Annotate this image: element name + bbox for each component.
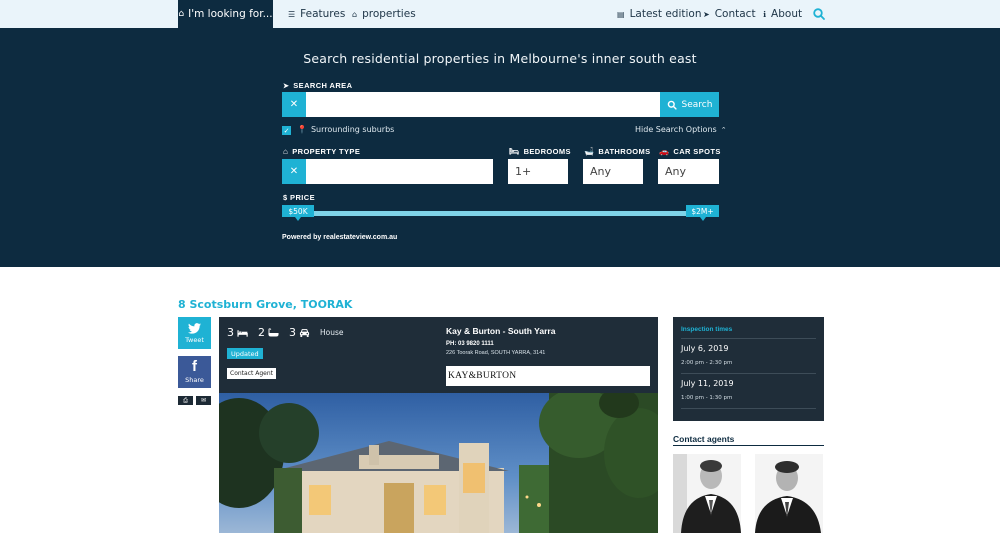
property-type-input[interactable] — [306, 159, 493, 184]
nav-features[interactable]: ☰ Features — [288, 0, 345, 28]
bath-icon — [268, 327, 279, 336]
facebook-icon: f — [192, 358, 197, 375]
status-badge: Updated — [227, 348, 263, 359]
price-min-handle[interactable]: $50K — [282, 205, 314, 221]
document-icon: ▤ — [617, 9, 625, 19]
envelope-icon: ✉ — [200, 397, 207, 404]
email-button[interactable]: ✉ — [196, 396, 211, 405]
car-spots-select[interactable]: Any — [658, 159, 719, 184]
top-navigation: ⌂ I'm looking for... ☰ Features ⌂ proper… — [0, 0, 1000, 28]
search-button[interactable]: Search — [660, 92, 719, 117]
nav-properties[interactable]: ⌂ properties — [352, 0, 416, 28]
car-spots-label: 🚗 CAR SPOTS — [659, 147, 721, 156]
agent-photo[interactable] — [673, 454, 741, 533]
bath-icon: 🛁 — [584, 147, 595, 156]
printer-icon: ⎙ — [183, 396, 188, 404]
close-icon: ✕ — [289, 166, 299, 177]
agency-phone[interactable]: PH: 03 9820 1111 — [446, 341, 494, 347]
chevron-up-icon: ⌃ — [720, 125, 727, 134]
facebook-share-button[interactable]: f Share — [178, 356, 211, 388]
powered-by: Powered by realestateview.com.au — [282, 234, 398, 241]
agency-logo[interactable]: KAY&BURTON — [446, 366, 650, 386]
inspection-time: 1:00 pm - 1:30 pm — [681, 395, 733, 401]
car-spot-count: 3 — [289, 326, 310, 339]
contact-agent-button[interactable]: Contact Agent — [227, 368, 277, 379]
search-area-input[interactable] — [306, 92, 660, 117]
location-arrow-icon: ➤ — [283, 82, 290, 90]
agent-photo[interactable] — [755, 454, 823, 533]
inspection-date[interactable]: July 11, 2019 — [681, 379, 734, 388]
price-slider-track[interactable] — [296, 211, 706, 216]
inspection-times-panel: Inspection times July 6, 2019 2:00 pm - … — [673, 317, 824, 421]
home-icon: ⌂ — [283, 147, 289, 156]
property-type: House — [320, 328, 344, 337]
clear-property-type-button[interactable]: ✕ — [282, 159, 306, 184]
car-icon — [299, 328, 310, 337]
bathrooms-label: 🛁 BATHROOMS — [584, 147, 651, 156]
property-title: 8 Scotsburn Grove, TOORAK — [178, 298, 353, 311]
bed-icon: 🛏 — [509, 147, 520, 156]
info-icon: ℹ — [763, 9, 767, 19]
agency-name[interactable]: Kay & Burton - South Yarra — [446, 326, 555, 336]
divider — [681, 373, 816, 374]
price-max-handle[interactable]: $2M+ — [686, 205, 719, 221]
property-photo[interactable] — [219, 393, 658, 533]
search-area-label: ➤ SEARCH AREA — [283, 81, 353, 90]
bedrooms-select[interactable]: 1+ — [508, 159, 568, 184]
divider — [673, 445, 824, 446]
search-panel: Search residential properties in Melbour… — [0, 28, 1000, 267]
price-label: $ PRICE — [283, 193, 315, 202]
clear-area-button[interactable]: ✕ — [282, 92, 306, 117]
nav-contact[interactable]: ➤ Contact — [703, 0, 756, 28]
bathroom-count: 2 — [258, 326, 279, 339]
agency-address: 226 Toorak Road, SOUTH YARRA, 3141 — [446, 350, 546, 356]
bathrooms-select[interactable]: Any — [583, 159, 643, 184]
bed-icon — [237, 329, 248, 337]
inspection-time: 2:00 pm - 2:30 pm — [681, 360, 733, 366]
listing-summary: 3 2 3 House Updated Contact Agent Kay & — [219, 317, 658, 393]
search-title: Search residential properties in Melbour… — [303, 51, 697, 66]
home-icon: ⌂ — [352, 9, 358, 19]
divider — [681, 338, 816, 339]
hide-search-options-toggle[interactable]: Hide Search Options ⌃ — [635, 125, 727, 134]
home-icon: ⌂ — [178, 9, 185, 19]
contact-agents-title: Contact agents — [673, 434, 735, 444]
print-button[interactable]: ⎙ — [178, 396, 193, 405]
divider — [681, 408, 816, 409]
check-icon: ✓ — [283, 126, 290, 135]
property-type-label: ⌂ PROPERTY TYPE — [283, 147, 361, 156]
car-icon: 🚗 — [659, 147, 670, 156]
nav-about[interactable]: ℹ About — [763, 0, 802, 28]
bedrooms-label: 🛏 BEDROOMS — [509, 147, 571, 156]
close-icon: ✕ — [289, 99, 299, 110]
tweet-button[interactable]: Tweet — [178, 317, 211, 349]
surrounding-suburbs-checkbox[interactable]: ✓ — [282, 126, 291, 135]
nav-latest-edition[interactable]: ▤ Latest edition — [617, 0, 702, 28]
list-icon: ☰ — [288, 9, 296, 19]
search-icon[interactable] — [812, 7, 826, 21]
map-pin-icon: 📍 — [297, 125, 307, 134]
search-icon — [667, 100, 677, 110]
twitter-icon — [188, 322, 201, 334]
bedroom-count: 3 — [227, 326, 248, 339]
surrounding-suburbs-label[interactable]: 📍 Surrounding suburbs — [297, 125, 394, 134]
nav-looking-for[interactable]: ⌂ I'm looking for... — [178, 0, 273, 28]
inspection-times-title: Inspection times — [681, 326, 733, 333]
send-icon: ➤ — [703, 9, 710, 19]
inspection-date[interactable]: July 6, 2019 — [681, 344, 728, 353]
